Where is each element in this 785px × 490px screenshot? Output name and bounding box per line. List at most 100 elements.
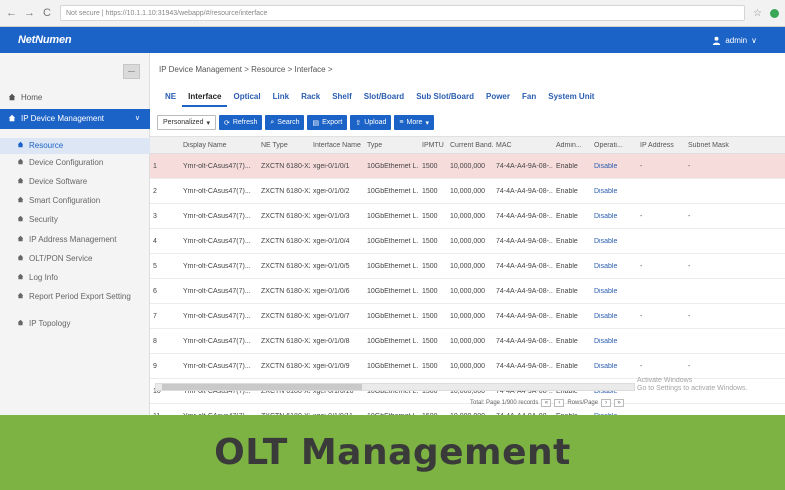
- extension-icon[interactable]: [770, 8, 779, 18]
- table-row[interactable]: 6 Ymr-olt-CAsus47(7)... ZXCTN 6180-X2...xg…: [150, 279, 785, 304]
- column-header[interactable]: Type: [364, 142, 419, 149]
- view-filter-select[interactable]: Personalized ▾: [157, 115, 216, 130]
- sidebar-item-security[interactable]: Security: [0, 215, 150, 225]
- table-cell: 10,000,000: [450, 237, 486, 245]
- app-logo: NetNumen: [18, 34, 72, 46]
- table-row[interactable]: 3 Ymr-olt-CAsus47(7)... ZXCTN 6180-X2...xg…: [150, 204, 785, 229]
- column-header[interactable]: Interface Name: [310, 142, 364, 149]
- bullet-icon: [16, 196, 24, 206]
- column-header[interactable]: IPMTU: [419, 142, 447, 149]
- sidebar-item-label: IP Device Management: [21, 114, 105, 123]
- tab-system-unit[interactable]: System Unit: [542, 92, 600, 107]
- tab-slot-board[interactable]: Slot/Board: [358, 92, 410, 107]
- watermark-line: Go to Settings to activate Windows.: [637, 385, 748, 392]
- last-page-button[interactable]: »: [614, 399, 625, 407]
- sidebar-item-label: Device Configuration: [29, 158, 104, 167]
- rows-per-page-label: Rows/Page: [567, 400, 599, 406]
- table-cell: 10GbEthernet L...: [367, 337, 419, 345]
- table-row[interactable]: 1 Ymr-olt-CAsus47(7)... ZXCTN 6180-X2...xg…: [150, 154, 785, 179]
- column-header[interactable]: Current Band...: [447, 142, 493, 149]
- table-row[interactable]: 8 Ymr-olt-CAsus47(7)... ZXCTN 6180-X2...xg…: [150, 329, 785, 354]
- refresh-icon: ⟳: [223, 119, 230, 127]
- table-header: Display Name NE Type Interface Name Type…: [150, 136, 785, 154]
- table-row[interactable]: 5 Ymr-olt-CAsus47(7)... ZXCTN 6180-X2...xg…: [150, 254, 785, 279]
- column-header[interactable]: Subnet Mask: [685, 142, 785, 149]
- tab-rack[interactable]: Rack: [295, 92, 326, 107]
- table-cell: 10,000,000: [450, 337, 486, 345]
- horizontal-scrollbar[interactable]: [155, 383, 635, 391]
- first-page-button[interactable]: «: [541, 399, 552, 407]
- search-button[interactable]: ⌕ Search: [265, 115, 305, 130]
- table-cell: 74-4A-A4-9A-08-...: [496, 312, 553, 320]
- column-header[interactable]: IP Address: [637, 142, 685, 149]
- bullet-icon: [16, 254, 24, 264]
- table-cell: Enable: [556, 237, 578, 245]
- tab-link[interactable]: Link: [267, 92, 295, 107]
- caret-down-icon: ▾: [206, 119, 210, 127]
- scrollbar-thumb[interactable]: [162, 384, 362, 390]
- sidebar-item-resource[interactable]: Resource: [0, 138, 150, 154]
- table-cell: Ymr-olt-CAsus47(7)...: [183, 162, 251, 170]
- sidebar-item-olt-pon-service[interactable]: OLT/PON Service: [0, 254, 150, 264]
- column-header[interactable]: MAC: [493, 142, 553, 149]
- table-cell: 1500: [422, 362, 438, 370]
- watermark-line: Activate Windows: [637, 377, 693, 384]
- table-cell: Ymr-olt-CAsus47(7)...: [183, 212, 251, 220]
- sidebar-item-ip-topology[interactable]: IP Topology: [0, 319, 150, 329]
- sidebar: — Home IP Device Management ∨ Resource D…: [0, 53, 150, 415]
- tab-power[interactable]: Power: [480, 92, 516, 107]
- back-arrow-icon[interactable]: ←: [6, 7, 17, 19]
- table-cell: Disable: [594, 287, 618, 295]
- table-cell: 10GbEthernet L...: [367, 262, 419, 270]
- column-header[interactable]: Admin...: [553, 142, 591, 149]
- sidebar-item-home[interactable]: Home: [0, 93, 150, 104]
- prev-page-button[interactable]: ‹: [554, 399, 565, 407]
- table-row[interactable]: 7 Ymr-olt-CAsus47(7)... ZXCTN 6180-X2...xg…: [150, 304, 785, 329]
- table-row[interactable]: 9 Ymr-olt-CAsus47(7)... ZXCTN 6180-X2...xg…: [150, 354, 785, 379]
- forward-arrow-icon[interactable]: →: [24, 7, 35, 19]
- sidebar-item-smart-configuration[interactable]: Smart Configuration: [0, 196, 150, 206]
- table-cell: 8: [153, 337, 157, 345]
- table-cell: Disable: [594, 262, 618, 270]
- next-page-button[interactable]: ›: [601, 399, 612, 407]
- export-button[interactable]: ▤ Export: [307, 115, 348, 130]
- sidebar-item-device-configuration[interactable]: Device Configuration: [0, 158, 150, 168]
- sidebar-item-label: Smart Configuration: [29, 196, 101, 205]
- upload-button[interactable]: ⇧ Upload: [350, 115, 392, 130]
- column-header[interactable]: NE Type: [258, 142, 310, 149]
- bullet-icon: [16, 292, 24, 302]
- table-cell: 1500: [422, 212, 438, 220]
- sidebar-item-log-info[interactable]: Log Info: [0, 273, 150, 283]
- table-row[interactable]: 4 Ymr-olt-CAsus47(7)... ZXCTN 6180-X2...xg…: [150, 229, 785, 254]
- tab-fan[interactable]: Fan: [516, 92, 542, 107]
- refresh-label: Refresh: [232, 119, 258, 126]
- tab-sub-slot-board[interactable]: Sub Slot/Board: [410, 92, 480, 107]
- table-cell: ZXCTN 6180-X2...: [261, 262, 310, 270]
- table-cell: xgei-0/1/0/3: [313, 212, 350, 220]
- table-cell: xgei-0/1/0/4: [313, 237, 350, 245]
- refresh-button[interactable]: ⟳ Refresh: [218, 115, 263, 130]
- column-header[interactable]: Operati...: [591, 142, 637, 149]
- table-cell: 6: [153, 287, 157, 295]
- tab-shelf[interactable]: Shelf: [326, 92, 358, 107]
- more-button[interactable]: ≡ More ▾: [394, 115, 434, 130]
- table-cell: Enable: [556, 187, 578, 195]
- bookmark-star-icon[interactable]: ☆: [753, 8, 762, 19]
- tab-optical[interactable]: Optical: [227, 92, 266, 107]
- sidebar-item-ip-device-management[interactable]: IP Device Management ∨: [0, 109, 150, 129]
- address-bar[interactable]: Not secure | https://10.1.1.10:31943/web…: [60, 5, 746, 21]
- table-row[interactable]: 2 Ymr-olt-CAsus47(7)... ZXCTN 6180-X2...xg…: [150, 179, 785, 204]
- table-cell: 2: [153, 187, 157, 195]
- column-header[interactable]: Display Name: [180, 142, 258, 149]
- table-cell: 10GbEthernet L...: [367, 162, 419, 170]
- sidebar-item-ip-address-management[interactable]: IP Address Management: [0, 235, 150, 245]
- table-cell: 3: [153, 212, 157, 220]
- tab-ne[interactable]: NE: [159, 92, 182, 107]
- user-menu[interactable]: admin ∨: [712, 36, 757, 45]
- reload-icon[interactable]: C: [42, 7, 52, 19]
- table-cell: 10,000,000: [450, 287, 486, 295]
- sidebar-item-device-software[interactable]: Device Software: [0, 177, 150, 187]
- tab-interface[interactable]: Interface: [182, 92, 228, 107]
- sidebar-item-report-period-export-setting[interactable]: Report Period Export Setting: [0, 292, 140, 302]
- collapse-sidebar-button[interactable]: —: [123, 64, 140, 79]
